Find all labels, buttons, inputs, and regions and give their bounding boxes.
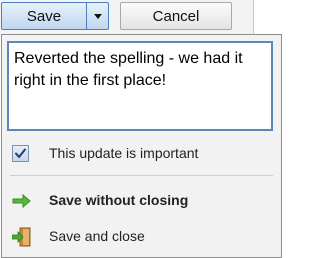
save-and-close-label: Save and close: [49, 228, 145, 244]
update-note-textarea[interactable]: Reverted the spelling - we had it right …: [7, 41, 273, 131]
important-checkbox-row[interactable]: This update is important: [2, 138, 281, 168]
chevron-down-icon: [93, 13, 102, 19]
background-panel: [253, 0, 283, 34]
checkmark-icon: [15, 148, 26, 158]
save-without-closing-item[interactable]: Save without closing: [2, 185, 281, 215]
important-label: This update is important: [49, 145, 199, 161]
save-and-close-item[interactable]: Save and close: [2, 221, 281, 251]
important-checkbox[interactable]: [12, 145, 29, 162]
save-dropdown-button[interactable]: [87, 3, 108, 29]
divider: [10, 175, 273, 176]
exit-door-icon: [12, 227, 31, 247]
save-options-dropdown: Reverted the spelling - we had it right …: [1, 34, 282, 258]
toolbar: Save Cancel: [0, 0, 283, 34]
green-arrow-right-icon: [12, 193, 31, 209]
save-button[interactable]: Save: [2, 3, 86, 29]
cancel-button[interactable]: Cancel: [120, 2, 232, 30]
save-without-closing-label: Save without closing: [49, 192, 189, 208]
save-split-button[interactable]: Save: [1, 2, 109, 30]
